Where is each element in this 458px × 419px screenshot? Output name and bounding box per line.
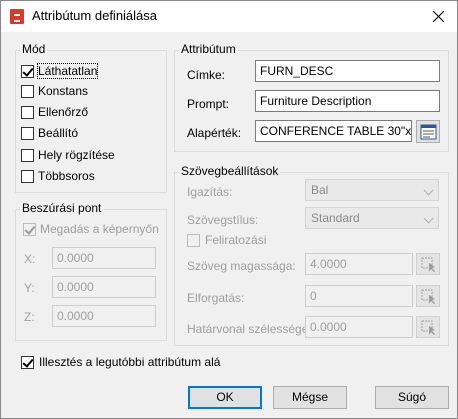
chevron-down-icon <box>423 185 434 196</box>
x-label: X: <box>24 252 36 266</box>
verify-label[interactable]: Ellenőrző <box>38 105 88 119</box>
constant-checkbox[interactable] <box>21 85 34 98</box>
multiple-lines-label[interactable]: Többsoros <box>38 169 95 183</box>
lock-position-label[interactable]: Hely rögzítése <box>38 148 115 162</box>
chevron-down-icon <box>423 213 434 224</box>
pick-point-icon <box>421 320 435 335</box>
x-field[interactable]: 0.0000 <box>52 247 156 269</box>
app-icon <box>10 9 24 24</box>
invisible-label[interactable]: Láthatatlan <box>36 63 99 79</box>
preset-label[interactable]: Beállító <box>38 126 78 140</box>
constant-label[interactable]: Konstans <box>38 84 88 98</box>
verify-checkbox[interactable] <box>21 106 34 119</box>
tag-field[interactable]: FURN_DESC <box>255 60 440 82</box>
invisible-checkbox[interactable] <box>21 65 34 78</box>
attribute-definition-dialog: Attribútum definiálása Mód Láthatatlan K… <box>0 0 458 419</box>
window-title: Attribútum definiálása <box>32 8 158 23</box>
pick-point-icon <box>421 289 435 304</box>
prompt-field[interactable]: Furniture Description <box>255 90 440 112</box>
attribute-group-label: Attribútum <box>179 42 238 56</box>
preset-checkbox[interactable] <box>21 127 34 140</box>
default-label: Alapérték: <box>187 126 242 140</box>
text-height-label: Szöveg magassága: <box>187 259 296 273</box>
multiple-lines-checkbox[interactable] <box>21 170 34 183</box>
cancel-button[interactable]: Mégse <box>273 386 347 409</box>
z-label: Z: <box>24 310 35 324</box>
default-field[interactable]: CONFERENCE TABLE 30"x72" <box>255 120 412 142</box>
y-label: Y: <box>24 281 35 295</box>
lock-position-checkbox[interactable] <box>21 149 34 162</box>
title-bar: Attribútum definiálása <box>1 1 457 32</box>
z-field[interactable]: 0.0000 <box>52 305 156 327</box>
boundary-width-pick-button[interactable] <box>416 316 440 338</box>
boundary-width-label: Határvonal szélessége: <box>187 322 312 336</box>
close-icon <box>432 11 444 22</box>
text-height-field[interactable]: 4.0000 <box>305 253 413 275</box>
specify-on-screen-label[interactable]: Megadás a képernyőn <box>40 222 159 236</box>
rotation-pick-button[interactable] <box>416 285 440 307</box>
rotation-label: Elforgatás: <box>187 291 245 305</box>
align-below-checkbox[interactable] <box>21 356 34 369</box>
justification-value: Bal <box>311 183 329 197</box>
text-style-select[interactable]: Standard <box>305 207 439 229</box>
rotation-field[interactable]: 0 <box>305 285 413 307</box>
insert-field-icon <box>420 124 437 140</box>
text-settings-group-label: Szövegbeállítások <box>179 164 281 178</box>
boundary-width-field[interactable]: 0.0000 <box>305 316 413 338</box>
ok-button[interactable]: OK <box>188 386 262 409</box>
justification-label: Igazítás: <box>187 185 233 199</box>
pick-point-icon <box>421 257 435 272</box>
prompt-label: Prompt: <box>187 97 230 111</box>
text-style-value: Standard <box>311 211 360 225</box>
help-button[interactable]: Súgó <box>375 386 449 409</box>
justification-select[interactable]: Bal <box>305 179 439 201</box>
y-field[interactable]: 0.0000 <box>52 276 156 298</box>
insertion-point-group-label: Beszúrási pont <box>20 201 104 215</box>
specify-on-screen-checkbox[interactable] <box>23 223 36 236</box>
tag-label: Címke: <box>187 68 226 82</box>
align-below-label[interactable]: Illesztés a legutóbbi attribútum alá <box>39 355 220 369</box>
annotative-checkbox[interactable] <box>187 234 200 247</box>
text-style-label: Szövegstílus: <box>187 213 259 227</box>
close-button[interactable] <box>419 1 457 32</box>
insert-field-button[interactable] <box>416 120 440 143</box>
annotative-label[interactable]: Feliratozási <box>205 233 266 247</box>
mode-group-label: Mód <box>20 42 48 56</box>
text-height-pick-button[interactable] <box>416 253 440 275</box>
